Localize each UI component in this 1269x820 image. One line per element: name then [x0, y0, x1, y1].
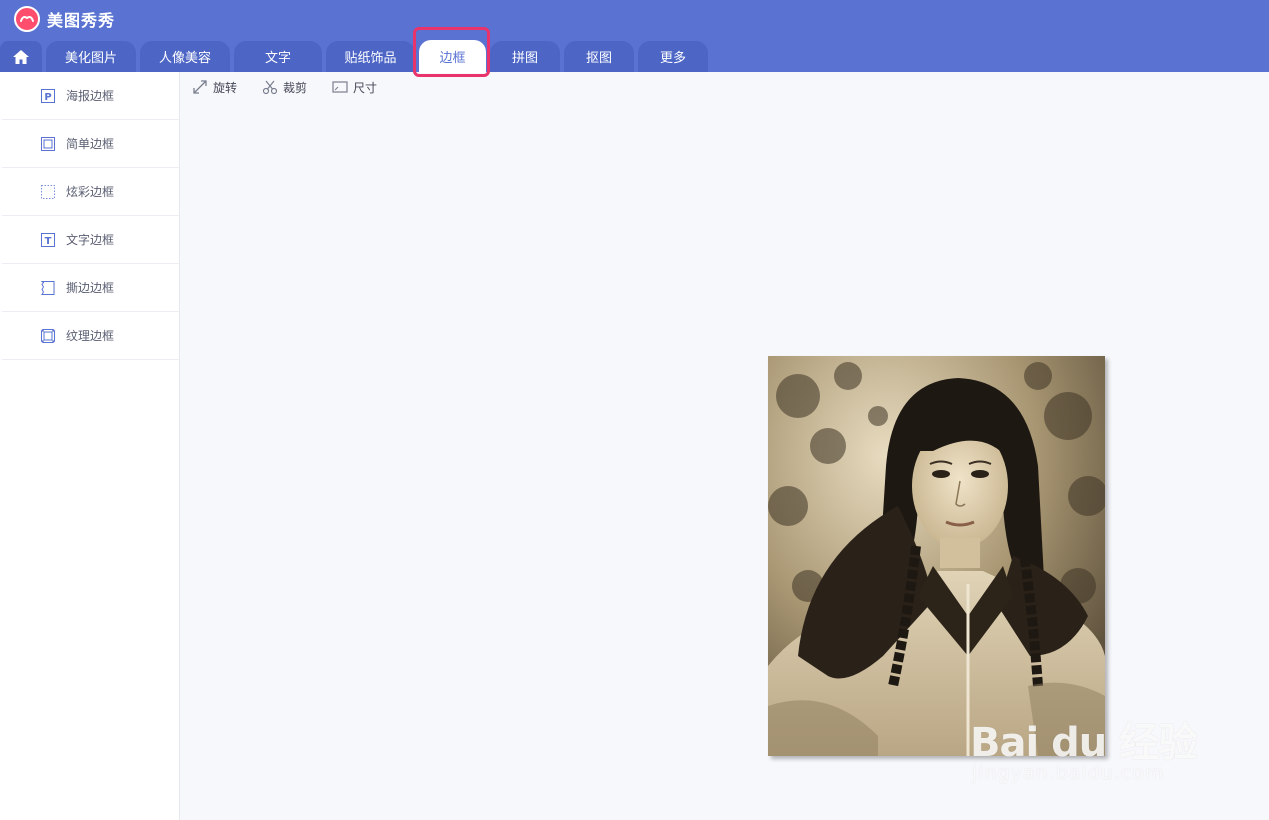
tab-collage[interactable]: 拼图 [490, 41, 560, 72]
tab-portrait[interactable]: 人像美容 [140, 41, 230, 72]
canvas-photo [768, 356, 1108, 756]
tab-beautify[interactable]: 美化图片 [46, 41, 136, 72]
watermark-logo-text: Bai du 经验 [970, 720, 1198, 766]
edit-toolbar: 旋转 裁剪 尺寸 [192, 78, 402, 96]
active-tab-highlight [413, 27, 490, 77]
tab-label: 贴纸饰品 [344, 51, 397, 66]
svg-text:T: T [45, 236, 52, 247]
header-bar: 美图秀秀 美化图片 人像美容 文字 贴纸饰品 边框 拼图 抠图 更多 [0, 0, 1269, 73]
tab-label: 抠图 [585, 51, 612, 66]
crop-label: 裁剪 [283, 80, 308, 95]
sidebar-item-poster-frame[interactable]: P 海报边框 [2, 72, 179, 120]
svg-text:P: P [44, 92, 51, 103]
tab-label: 拼图 [511, 51, 538, 66]
sidebar-item-colorful-frame[interactable]: 炫彩边框 [2, 168, 179, 216]
frame-sidebar: P 海报边框 简单边框 炫彩边框 T 文字边框 撕边边框 纹理边框 [0, 72, 180, 820]
rotate-icon [192, 79, 208, 95]
sidebar-item-simple-frame[interactable]: 简单边框 [2, 120, 179, 168]
resize-icon [332, 79, 348, 95]
tab-label: 文字 [264, 51, 291, 66]
tab-label: 美化图片 [64, 51, 117, 66]
tab-cutout[interactable]: 抠图 [564, 41, 634, 72]
meitu-logo-icon [14, 6, 40, 32]
colorful-frame-icon [41, 184, 55, 199]
size-button[interactable]: 尺寸 [332, 79, 377, 96]
texture-frame-icon [41, 328, 55, 343]
home-tab[interactable] [0, 41, 42, 72]
watermark-url: jingyan.baidu.com [972, 762, 1165, 784]
sidebar-item-label: 纹理边框 [66, 329, 115, 343]
simple-frame-icon [41, 136, 55, 151]
app-window: 美图秀秀 美化图片 人像美容 文字 贴纸饰品 边框 拼图 抠图 更多 P 海报边… [0, 0, 1269, 820]
tab-label: 人像美容 [158, 51, 211, 66]
rotate-label: 旋转 [213, 80, 238, 95]
home-icon [13, 49, 29, 64]
crop-button[interactable]: 裁剪 [262, 79, 307, 96]
sidebar-item-text-frame[interactable]: T 文字边框 [2, 216, 179, 264]
tab-text[interactable]: 文字 [234, 41, 322, 72]
sidebar-item-texture-frame[interactable]: 纹理边框 [2, 312, 179, 360]
baidu-jingyan-watermark: Bai du 经验 jingyan.baidu.com [970, 700, 1210, 790]
sidebar-item-label: 简单边框 [66, 137, 115, 151]
sidebar-item-torn-edge-frame[interactable]: 撕边边框 [2, 264, 179, 312]
poster-frame-icon: P [41, 88, 55, 103]
main-tabbar: 美化图片 人像美容 文字 贴纸饰品 边框 拼图 抠图 更多 [0, 40, 1269, 73]
tab-stickers[interactable]: 贴纸饰品 [326, 41, 415, 72]
tab-more[interactable]: 更多 [638, 41, 708, 72]
tab-label: 更多 [659, 51, 686, 66]
torn-edge-frame-icon [41, 280, 55, 295]
app-title: 美图秀秀 [47, 11, 116, 30]
portrait-photo [768, 356, 1108, 756]
text-frame-icon: T [41, 232, 55, 247]
size-label: 尺寸 [353, 80, 378, 95]
sidebar-item-label: 撕边边框 [66, 281, 115, 295]
sidebar-item-label: 海报边框 [66, 89, 115, 103]
sidebar-item-label: 炫彩边框 [66, 185, 115, 199]
rotate-button[interactable]: 旋转 [192, 79, 237, 96]
scissors-icon [262, 79, 278, 95]
app-logo: 美图秀秀 [14, 6, 115, 32]
sidebar-item-label: 文字边框 [66, 233, 115, 247]
